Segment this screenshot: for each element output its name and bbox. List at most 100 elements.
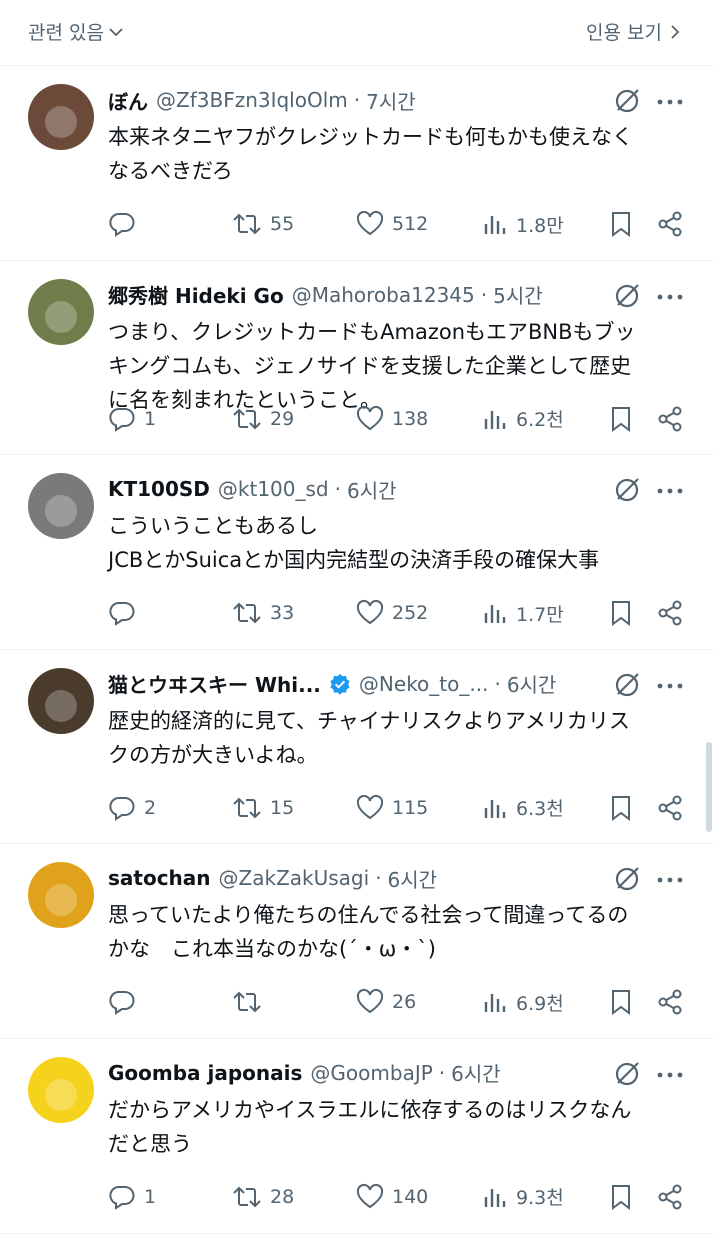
- share-button[interactable]: [656, 1179, 684, 1215]
- bookmark-button[interactable]: [608, 1179, 634, 1215]
- retweet-icon: [233, 602, 261, 624]
- tweet[interactable]: 猫とウヰスキー Whi... @Neko_to_... · 6시간 歴史的経済的…: [0, 650, 714, 845]
- grok-icon[interactable]: [612, 1059, 642, 1093]
- tweet-text: こういうこともあるし JCBとかSuicaとか国内完結型の決済手段の確保大事: [108, 514, 600, 573]
- user-handle[interactable]: @Zf3BFzn3IqloOlm: [156, 88, 348, 112]
- reply-button[interactable]: 1: [108, 401, 156, 437]
- separator-dot: ·: [334, 477, 341, 502]
- reply-feed: ぼん @Zf3BFzn3IqloOlm · 7시간 本来ネタニヤフがクレジットカ…: [0, 66, 714, 1234]
- views-button[interactable]: 6.3천: [482, 790, 564, 826]
- tweet[interactable]: KT100SD @kt100_sd · 6시간 こういうこともあるし JCBとか…: [0, 455, 714, 650]
- avatar[interactable]: [28, 1056, 94, 1123]
- tweet-header: 郷秀樹 Hideki Go @Mahoroba12345 · 5시간: [108, 281, 603, 309]
- retweet-button[interactable]: 15: [232, 790, 294, 826]
- more-options-icon[interactable]: [656, 287, 684, 306]
- heart-icon: [356, 405, 384, 430]
- view-quotes-link[interactable]: 인용 보기: [586, 18, 684, 45]
- user-handle[interactable]: @kt100_sd: [218, 477, 329, 501]
- grok-icon[interactable]: [612, 670, 642, 704]
- display-name[interactable]: satochan: [108, 866, 211, 890]
- user-handle[interactable]: @ZakZakUsagi: [219, 866, 370, 890]
- heart-icon: [356, 989, 384, 1014]
- more-options-icon[interactable]: [656, 481, 684, 500]
- bookmark-button[interactable]: [608, 595, 634, 631]
- user-handle[interactable]: @GoombaJP: [310, 1061, 432, 1085]
- more-options-icon[interactable]: [656, 1065, 684, 1084]
- bookmark-button[interactable]: [608, 984, 634, 1020]
- avatar[interactable]: [28, 862, 94, 929]
- share-button[interactable]: [656, 206, 684, 242]
- share-button[interactable]: [656, 984, 684, 1020]
- reply-button[interactable]: [108, 206, 144, 242]
- share-icon: [658, 406, 682, 432]
- reply-button[interactable]: [108, 595, 144, 631]
- share-button[interactable]: [656, 401, 684, 437]
- grok-icon[interactable]: [612, 475, 642, 509]
- views-icon: [484, 410, 506, 429]
- more-options-icon[interactable]: [656, 92, 684, 111]
- like-button[interactable]: 252: [356, 595, 428, 631]
- view-count: 6.9천: [516, 992, 564, 1015]
- timestamp[interactable]: 6시간: [451, 1059, 501, 1087]
- like-button[interactable]: 115: [356, 790, 428, 826]
- grok-icon[interactable]: [612, 86, 642, 120]
- separator-dot: ·: [480, 282, 488, 307]
- grok-icon[interactable]: [612, 864, 642, 898]
- reply-button[interactable]: 2: [108, 790, 156, 826]
- user-handle[interactable]: @Mahoroba12345: [292, 283, 475, 307]
- tweet[interactable]: ぼん @Zf3BFzn3IqloOlm · 7시간 本来ネタニヤフがクレジットカ…: [0, 66, 714, 261]
- user-handle[interactable]: @Neko_to_...: [359, 672, 489, 696]
- display-name[interactable]: 猫とウヰスキー Whi...: [108, 670, 321, 698]
- avatar[interactable]: [28, 667, 94, 734]
- tweet[interactable]: 郷秀樹 Hideki Go @Mahoroba12345 · 5시간 つまり、ク…: [0, 261, 714, 456]
- like-button[interactable]: 140: [356, 1179, 428, 1215]
- bookmark-button[interactable]: [608, 401, 634, 437]
- retweet-button[interactable]: 33: [232, 595, 294, 631]
- like-button[interactable]: 26: [356, 984, 416, 1020]
- retweet-button[interactable]: 55: [232, 206, 294, 242]
- more-options-icon[interactable]: [656, 870, 684, 889]
- retweet-button[interactable]: 29: [232, 401, 294, 437]
- relevance-sort-dropdown[interactable]: 관련 있음: [28, 18, 126, 45]
- views-button[interactable]: 6.9천: [482, 984, 564, 1020]
- share-button[interactable]: [656, 790, 684, 826]
- display-name[interactable]: ぼん: [108, 86, 148, 114]
- scrollbar[interactable]: [706, 742, 712, 832]
- bookmark-button[interactable]: [608, 790, 634, 826]
- reply-button[interactable]: [108, 984, 144, 1020]
- views-button[interactable]: 1.8만: [482, 206, 564, 242]
- views-button[interactable]: 9.3천: [482, 1179, 564, 1215]
- separator-dot: ·: [438, 1060, 446, 1085]
- tweet[interactable]: Goomba japonais @GoombaJP · 6시간 だからアメリカや…: [0, 1039, 714, 1234]
- like-button[interactable]: 138: [356, 401, 428, 437]
- display-name[interactable]: Goomba japonais: [108, 1061, 302, 1085]
- avatar[interactable]: [28, 473, 94, 540]
- tweet-header: Goomba japonais @GoombaJP · 6시간: [108, 1059, 603, 1087]
- views-button[interactable]: 1.7만: [482, 595, 564, 631]
- tweet-text: 思っていたより俺たちの住んでる社会って間違ってるの かな これ本当なのかな(´・…: [108, 903, 629, 962]
- tweet-header: 猫とウヰスキー Whi... @Neko_to_... · 6시간: [108, 670, 603, 698]
- share-button[interactable]: [656, 595, 684, 631]
- more-options-icon[interactable]: [656, 676, 684, 695]
- tweet[interactable]: satochan @ZakZakUsagi · 6시간 思っていたより俺たちの住…: [0, 844, 714, 1039]
- display-name[interactable]: 郷秀樹 Hideki Go: [108, 281, 284, 309]
- tweet-text: だからアメリカやイスラエルに依存するのはリスクなん だと思う: [108, 1097, 632, 1156]
- retweet-button[interactable]: 28: [232, 1179, 294, 1215]
- like-button[interactable]: 512: [356, 206, 428, 242]
- timestamp[interactable]: 6시간: [347, 475, 397, 503]
- avatar[interactable]: [28, 84, 94, 150]
- grok-icon[interactable]: [612, 281, 642, 315]
- tweet-text: 歴史的経済的に見て、チャイナリスクよりアメリカリス クの方が大きいよね。: [108, 708, 630, 767]
- timestamp[interactable]: 6시간: [507, 670, 557, 698]
- reply-button[interactable]: 1: [108, 1179, 156, 1215]
- bookmark-button[interactable]: [608, 206, 634, 242]
- retweet-button[interactable]: [232, 984, 270, 1020]
- timestamp[interactable]: 5시간: [493, 281, 543, 309]
- timestamp[interactable]: 6시간: [388, 864, 438, 892]
- display-name[interactable]: KT100SD: [108, 477, 210, 501]
- timestamp[interactable]: 7시간: [366, 86, 416, 114]
- avatar[interactable]: [28, 278, 94, 345]
- verified-badge-icon: [329, 673, 351, 695]
- views-icon: [484, 605, 506, 624]
- views-button[interactable]: 6.2천: [482, 401, 564, 437]
